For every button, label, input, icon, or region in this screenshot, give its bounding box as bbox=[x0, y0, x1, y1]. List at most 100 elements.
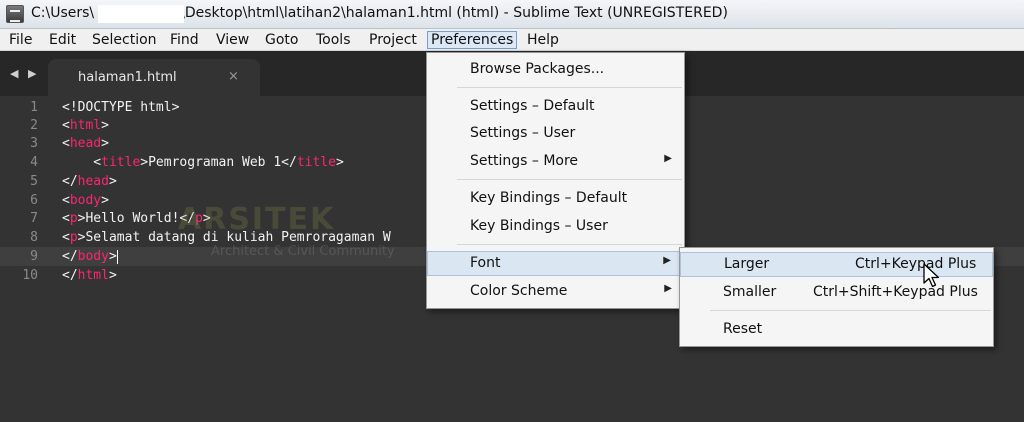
code-text: < bbox=[62, 118, 70, 133]
menu-help[interactable]: Help bbox=[524, 31, 562, 49]
menu-item-label: Settings – Default bbox=[470, 98, 595, 114]
sublime-app-icon[interactable] bbox=[6, 5, 24, 23]
menu-item-label: Larger bbox=[724, 256, 770, 272]
window-title-suffix: \Desktop\html\latihan2\halaman1.html (ht… bbox=[180, 5, 728, 21]
line-number: 10 bbox=[22, 268, 38, 283]
submenu-arrow-icon: ▶ bbox=[664, 283, 672, 294]
menu-item-label: Settings – More bbox=[470, 153, 579, 169]
font-submenu: Larger Ctrl+Keypad Plus Smaller Ctrl+Shi… bbox=[679, 247, 994, 347]
code-text: > bbox=[101, 136, 109, 151]
menu-item-label: Browse Packages... bbox=[470, 61, 605, 77]
code-text: > bbox=[101, 118, 109, 133]
line-number: 6 bbox=[30, 193, 38, 208]
menu-item-label: Settings – User bbox=[470, 125, 576, 141]
tab-label: halaman1.html bbox=[78, 70, 177, 85]
menu-item-font[interactable]: Font ▶ bbox=[427, 251, 684, 276]
code-text: < bbox=[62, 230, 70, 245]
close-icon[interactable]: × bbox=[228, 69, 239, 84]
menu-item-reset[interactable]: Reset bbox=[680, 317, 993, 342]
menu-item-label: Smaller bbox=[723, 284, 777, 300]
text-caret bbox=[116, 249, 118, 264]
code-tag: p bbox=[69, 211, 78, 226]
menu-item-larger[interactable]: Larger Ctrl+Keypad Plus bbox=[680, 252, 993, 277]
menu-item-settings-user[interactable]: Settings – User bbox=[427, 121, 684, 146]
menu-view[interactable]: View bbox=[213, 31, 252, 49]
code-tag: p bbox=[69, 230, 78, 245]
forward-arrow-icon[interactable]: ▶ bbox=[28, 67, 36, 80]
menu-item-browse-packages[interactable]: Browse Packages... bbox=[427, 57, 684, 82]
menu-item-settings-default[interactable]: Settings – Default bbox=[427, 94, 684, 119]
menu-item-shortcut: Ctrl+Shift+Keypad Plus bbox=[813, 284, 978, 300]
code-tag: title bbox=[296, 155, 336, 170]
menu-item-shortcut: Ctrl+Keypad Plus bbox=[855, 256, 977, 272]
code-text: <!DOCTYPE html> bbox=[62, 100, 180, 115]
title-bar: C:\Users\ \Desktop\html\latihan2\halaman1… bbox=[0, 0, 1024, 29]
line-number: 9 bbox=[30, 249, 38, 264]
line-number: 5 bbox=[30, 174, 38, 189]
menu-edit[interactable]: Edit bbox=[46, 31, 79, 49]
menu-tools[interactable]: Tools bbox=[313, 31, 354, 49]
menu-item-key-bindings-user[interactable]: Key Bindings – User bbox=[427, 214, 684, 239]
menu-item-smaller[interactable]: Smaller Ctrl+Shift+Keypad Plus bbox=[680, 280, 993, 305]
mouse-pointer-icon bbox=[923, 263, 940, 288]
code-text: > bbox=[108, 249, 117, 264]
line-number-gutter: 1 2 3 4 5 6 7 8 9 10 bbox=[0, 96, 50, 422]
code-line: <head> bbox=[62, 136, 109, 151]
code-tag: html bbox=[69, 118, 102, 133]
menu-item-settings-more[interactable]: Settings – More ▶ bbox=[427, 149, 684, 174]
code-text: < bbox=[62, 211, 70, 226]
code-tag: body bbox=[69, 193, 102, 208]
menu-separator bbox=[457, 87, 682, 88]
menu-item-key-bindings-default[interactable]: Key Bindings – Default bbox=[427, 186, 684, 211]
line-number: 3 bbox=[30, 136, 38, 151]
line-number: 8 bbox=[30, 230, 38, 245]
menu-item-color-scheme[interactable]: Color Scheme ▶ bbox=[427, 279, 684, 304]
menu-separator bbox=[457, 244, 682, 245]
code-line: <body> bbox=[62, 193, 109, 208]
back-arrow-icon[interactable]: ◀ bbox=[10, 67, 18, 80]
preferences-menu: Browse Packages... Settings – Default Se… bbox=[426, 52, 685, 309]
menu-selection[interactable]: Selection bbox=[89, 31, 160, 49]
menu-find[interactable]: Find bbox=[167, 31, 202, 49]
menu-item-label: Key Bindings – Default bbox=[470, 190, 628, 206]
submenu-arrow-icon: ▶ bbox=[663, 255, 671, 266]
code-text: < bbox=[62, 136, 70, 151]
menu-preferences[interactable]: Preferences bbox=[427, 31, 518, 49]
menu-item-label: Color Scheme bbox=[470, 283, 568, 299]
line-number: 7 bbox=[30, 211, 38, 226]
window-title-prefix: C:\Users\ bbox=[31, 5, 95, 21]
line-number: 1 bbox=[30, 100, 38, 115]
code-text: > bbox=[335, 155, 344, 170]
code-text: > bbox=[101, 193, 109, 208]
code-text: < bbox=[62, 193, 70, 208]
menu-file[interactable]: File bbox=[6, 31, 35, 49]
code-text: < bbox=[62, 155, 102, 170]
menu-separator bbox=[710, 310, 991, 311]
line-number: 2 bbox=[30, 118, 38, 133]
code-tag: body bbox=[77, 249, 109, 264]
code-line: </body> bbox=[62, 249, 118, 264]
menu-bar: File Edit Selection Find View Goto Tools… bbox=[0, 29, 1024, 51]
menu-separator bbox=[457, 179, 682, 180]
tab-halaman1[interactable]: halaman1.html × bbox=[48, 59, 260, 96]
menu-item-label: Key Bindings – User bbox=[470, 218, 608, 234]
code-text: > bbox=[108, 268, 117, 283]
menu-goto[interactable]: Goto bbox=[262, 31, 301, 49]
menu-item-label: Reset bbox=[723, 321, 763, 337]
code-text: </ bbox=[62, 174, 78, 189]
code-line: </html> bbox=[62, 268, 117, 283]
line-number: 4 bbox=[30, 155, 38, 170]
code-tag: html bbox=[77, 268, 109, 283]
code-text: > bbox=[108, 174, 117, 189]
code-line: <html> bbox=[62, 118, 109, 133]
code-tag: title bbox=[101, 155, 141, 170]
redacted-username bbox=[98, 5, 184, 23]
code-text: </ bbox=[62, 268, 78, 283]
submenu-arrow-icon: ▶ bbox=[664, 153, 672, 164]
code-line: <!DOCTYPE html> bbox=[62, 100, 179, 115]
code-line: </head> bbox=[62, 174, 117, 189]
code-text: >Pemrograman Web 1</ bbox=[140, 155, 297, 170]
menu-project[interactable]: Project bbox=[366, 31, 420, 49]
code-line: <title>Pemrograman Web 1</title> bbox=[62, 155, 344, 170]
code-tag: head bbox=[77, 174, 109, 189]
